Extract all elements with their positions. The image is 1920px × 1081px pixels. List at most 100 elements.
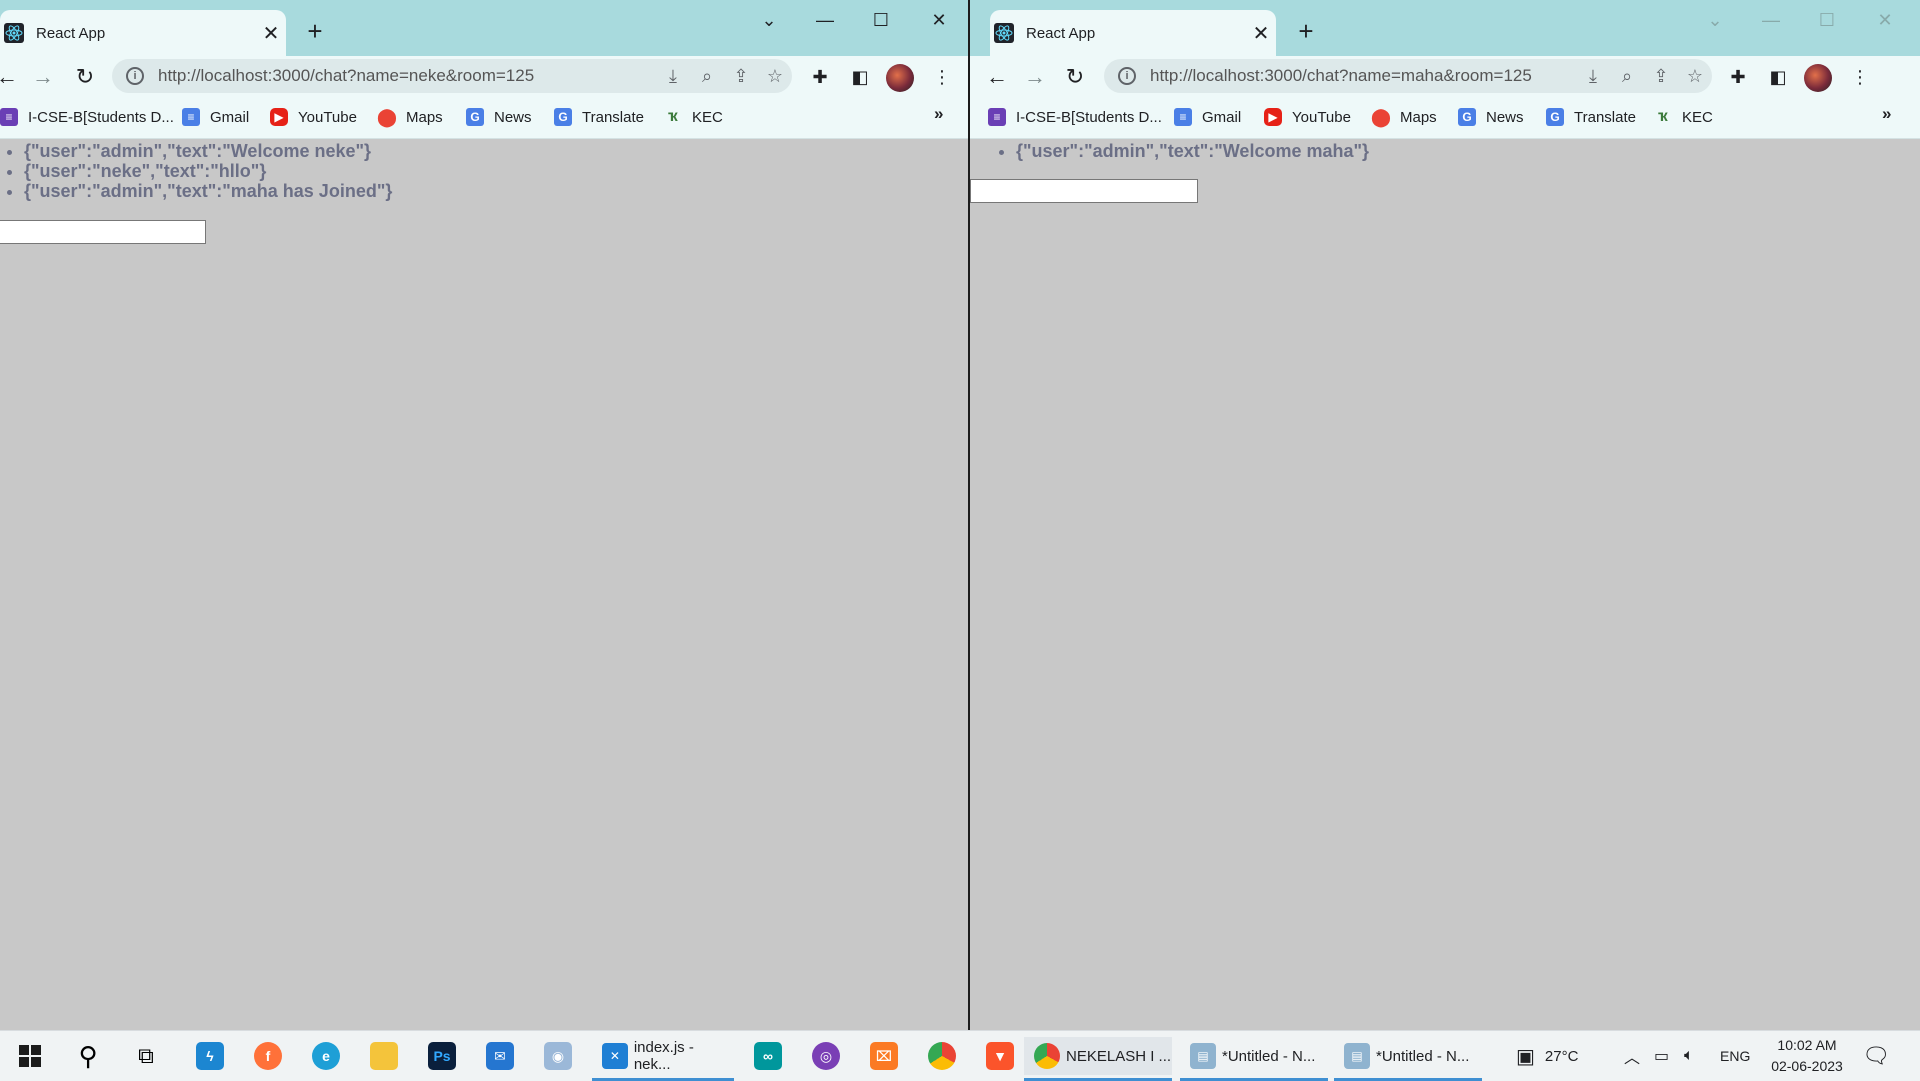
bookmark-item[interactable]: G Translate — [554, 106, 644, 128]
close-window-button[interactable]: ✕ — [1856, 0, 1914, 40]
share-icon[interactable]: ⇪ — [724, 66, 758, 87]
windows-taskbar: ⚲ ⧉ ϟ f e Ps ✉ ◉ ✕ index.js - nek... ∞ ◎… — [0, 1030, 1920, 1081]
bookmark-item[interactable]: ҡ KEC — [1654, 106, 1713, 128]
forms-icon: ≡ — [988, 108, 1006, 126]
new-tab-button[interactable]: + — [1291, 14, 1321, 48]
extensions-icon[interactable]: ✚ — [804, 62, 836, 92]
bookmark-item[interactable]: ҡ KEC — [664, 106, 723, 128]
install-icon[interactable]: ⤓ — [1576, 66, 1610, 87]
power-automate-icon[interactable]: ϟ — [190, 1038, 230, 1074]
bookmark-item[interactable]: ≡ Gmail — [182, 106, 249, 128]
url-text[interactable]: http://localhost:3000/chat?name=maha&roo… — [1150, 66, 1576, 86]
weather-widget[interactable]: ▣ 27°C — [1516, 1031, 1578, 1081]
bookmarks-overflow-button[interactable]: » — [934, 104, 943, 124]
bookmark-item[interactable]: ▶ YouTube — [270, 106, 357, 128]
chrome-icon[interactable] — [922, 1038, 962, 1074]
chat-message-input[interactable] — [970, 179, 1198, 203]
forward-icon[interactable]: → — [1020, 62, 1050, 92]
purple-app-icon[interactable]: ◎ — [806, 1038, 846, 1074]
message-list: {"user":"admin","text":"Welcome maha"} — [970, 141, 1369, 161]
bookmark-item[interactable]: G Translate — [1546, 106, 1636, 128]
bookmark-item[interactable]: ≡ I-CSE-B[Students D... — [0, 106, 174, 128]
forward-icon[interactable]: → — [28, 62, 58, 92]
back-icon[interactable]: ← — [0, 62, 22, 92]
firefox-icon[interactable]: f — [248, 1038, 288, 1074]
edge-icon[interactable]: e — [306, 1038, 346, 1074]
task-view-icon[interactable]: ⧉ — [126, 1038, 166, 1074]
bookmark-item[interactable]: ≡ I-CSE-B[Students D... — [988, 106, 1162, 128]
install-icon[interactable]: ⤓ — [656, 66, 690, 87]
side-panel-icon[interactable]: ◧ — [1762, 62, 1794, 92]
arduino-icon[interactable]: ∞ — [748, 1038, 788, 1074]
message-item: {"user":"admin","text":"Welcome neke"} — [24, 141, 392, 161]
profile-avatar[interactable] — [886, 64, 914, 92]
message-item: {"user":"admin","text":"maha has Joined"… — [24, 181, 392, 201]
address-bar[interactable]: i http://localhost:3000/chat?name=maha&r… — [1104, 59, 1712, 93]
zoom-icon[interactable]: ⌕ — [690, 66, 724, 87]
new-tab-button[interactable]: + — [300, 14, 330, 48]
chat-message-input[interactable] — [0, 220, 206, 244]
bookmarks-overflow-button[interactable]: » — [1882, 104, 1891, 124]
taskbar-app-vscode[interactable]: ✕ index.js - nek... — [592, 1037, 734, 1075]
close-tab-icon[interactable]: ✕ — [1246, 21, 1276, 46]
mail-icon[interactable]: ✉ — [480, 1038, 520, 1074]
close-tab-icon[interactable]: ✕ — [256, 21, 286, 46]
battery-icon[interactable]: ▭ — [1654, 1031, 1669, 1081]
site-info-icon[interactable]: i — [126, 67, 144, 85]
minimize-button[interactable]: — — [1742, 0, 1800, 40]
back-icon[interactable]: ← — [982, 62, 1012, 92]
tab-react-app[interactable]: React App ✕ — [0, 10, 286, 56]
bookmark-item[interactable]: ≡ Gmail — [1174, 106, 1241, 128]
bookmarks-bar: ≡ I-CSE-B[Students D... ≡ Gmail ▶ YouTub… — [0, 96, 968, 139]
forms-icon: ≡ — [0, 108, 18, 126]
photoshop-icon[interactable]: Ps — [422, 1038, 462, 1074]
reload-icon[interactable]: ↻ — [1060, 62, 1090, 92]
extensions-icon[interactable]: ✚ — [1722, 62, 1754, 92]
minimize-button[interactable]: — — [796, 0, 854, 40]
profile-avatar[interactable] — [1804, 64, 1832, 92]
taskbar-app-notepad[interactable]: ▤ *Untitled - N... — [1180, 1037, 1328, 1075]
docs-icon: ≡ — [1174, 108, 1192, 126]
xampp-icon[interactable]: ⌧ — [864, 1038, 904, 1074]
tab-title: React App — [36, 24, 106, 42]
site-info-icon[interactable]: i — [1118, 67, 1136, 85]
bookmark-item[interactable]: ⬤ Maps — [1370, 106, 1437, 128]
close-window-button[interactable]: ✕ — [910, 0, 968, 40]
page-content: {"user":"admin","text":"Welcome neke"} {… — [0, 139, 968, 1030]
bookmark-item[interactable]: G News — [466, 106, 532, 128]
menu-icon[interactable]: ⋮ — [926, 62, 958, 92]
address-bar[interactable]: i http://localhost:3000/chat?name=neke&r… — [112, 59, 792, 93]
side-panel-icon[interactable]: ◧ — [844, 62, 876, 92]
browser-toolbar: ← → ↻ i http://localhost:3000/chat?name=… — [970, 56, 1920, 96]
language-indicator[interactable]: ENG — [1720, 1031, 1750, 1081]
bookmark-item[interactable]: ▶ YouTube — [1264, 106, 1351, 128]
maximize-button[interactable]: ☐ — [852, 0, 910, 40]
url-text[interactable]: http://localhost:3000/chat?name=neke&roo… — [158, 66, 656, 86]
menu-icon[interactable]: ⋮ — [1844, 62, 1876, 92]
maps-pin-icon: ⬤ — [1370, 106, 1392, 127]
tab-search-icon[interactable]: ⌄ — [740, 0, 798, 40]
show-hidden-icons-button[interactable]: ︿ — [1624, 1031, 1640, 1081]
maximize-button[interactable]: ☐ — [1798, 0, 1856, 40]
tab-react-app[interactable]: React App ✕ — [990, 10, 1276, 56]
brave-icon[interactable]: ▼ — [980, 1038, 1020, 1074]
clock[interactable]: 10:02 AM 02-06-2023 — [1764, 1035, 1850, 1077]
zoom-icon[interactable]: ⌕ — [1610, 66, 1644, 87]
search-icon[interactable]: ⚲ — [68, 1038, 108, 1074]
bookmark-star-icon[interactable]: ☆ — [1678, 66, 1712, 87]
share-icon[interactable]: ⇪ — [1644, 66, 1678, 87]
taskbar-app-notepad[interactable]: ▤ *Untitled - N... — [1334, 1037, 1482, 1075]
volume-icon[interactable]: 🔈︎ — [1684, 1031, 1694, 1081]
tab-title: React App — [1026, 24, 1096, 42]
bookmark-item[interactable]: ⬤ Maps — [377, 106, 443, 128]
react-icon — [994, 23, 1014, 43]
bookmark-item[interactable]: G News — [1458, 106, 1524, 128]
taskbar-app-chrome[interactable]: NEKELASH I ... — [1024, 1037, 1172, 1075]
bookmark-star-icon[interactable]: ☆ — [758, 66, 792, 87]
notifications-icon[interactable]: 🗨︎ — [1862, 1031, 1890, 1081]
file-explorer-icon[interactable] — [364, 1038, 404, 1074]
tab-search-icon[interactable]: ⌄ — [1686, 0, 1744, 40]
eye-app-icon[interactable]: ◉ — [538, 1038, 578, 1074]
reload-icon[interactable]: ↻ — [70, 62, 100, 92]
start-button[interactable] — [10, 1038, 50, 1074]
